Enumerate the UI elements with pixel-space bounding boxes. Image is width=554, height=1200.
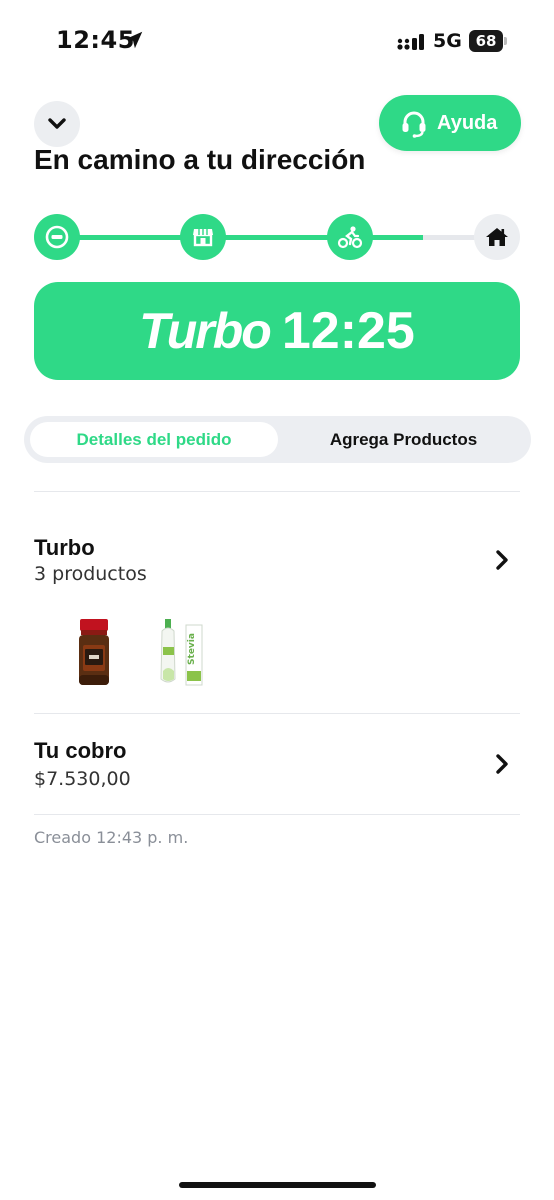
order-received-icon <box>45 225 69 249</box>
collapse-button[interactable] <box>34 101 80 147</box>
network-type: 5G <box>433 30 462 52</box>
headset-icon <box>402 111 426 138</box>
divider <box>34 713 520 714</box>
battery-level: 68 <box>475 32 497 50</box>
order-tabs: Detalles del pedido Agrega Productos <box>24 416 531 463</box>
coffee-jar-image <box>79 619 109 685</box>
status-bar: 12:45 5G 68 <box>0 0 554 80</box>
order-tracking-screen: 12:45 5G 68 Ayuda En camino a tu direcci… <box>0 0 554 1200</box>
order-count: 3 productos <box>34 563 147 585</box>
page-title: En camino a tu dirección <box>34 144 366 175</box>
step-courier <box>327 214 373 260</box>
location-arrow-icon <box>125 31 143 49</box>
order-title: Turbo <box>34 535 95 560</box>
step-order-received <box>34 214 80 260</box>
payment-amount: $7.530,00 <box>34 768 131 790</box>
help-label: Ayuda <box>437 111 498 134</box>
stevia-label: Stevia <box>187 633 197 665</box>
store-icon <box>193 229 213 247</box>
home-indicator[interactable] <box>179 1182 376 1188</box>
chevron-right-icon <box>496 754 508 774</box>
chevron-right-icon <box>496 550 508 570</box>
step-home <box>474 214 520 260</box>
tab-order-details[interactable]: Detalles del pedido <box>30 422 278 457</box>
chevron-down-icon <box>48 118 66 129</box>
divider <box>34 491 520 492</box>
home-icon <box>486 228 508 246</box>
step-store <box>180 214 226 260</box>
payment-title: Tu cobro <box>34 738 127 763</box>
eta-time: 12:25 <box>281 302 415 360</box>
battery-icon: 68 <box>469 30 507 52</box>
tab-add-products[interactable]: Agrega Productos <box>282 422 525 457</box>
eta-brand: Turbo <box>139 303 272 359</box>
signal-icon <box>397 34 424 50</box>
courier-bike-icon <box>337 226 363 249</box>
stevia-bottle-image: Stevia <box>160 619 203 686</box>
help-button[interactable]: Ayuda <box>379 95 521 151</box>
delivery-progress <box>34 214 520 260</box>
eta-banner: Turbo 12:25 <box>34 282 520 380</box>
created-timestamp: Creado 12:43 p. m. <box>34 828 189 847</box>
divider <box>34 814 520 815</box>
